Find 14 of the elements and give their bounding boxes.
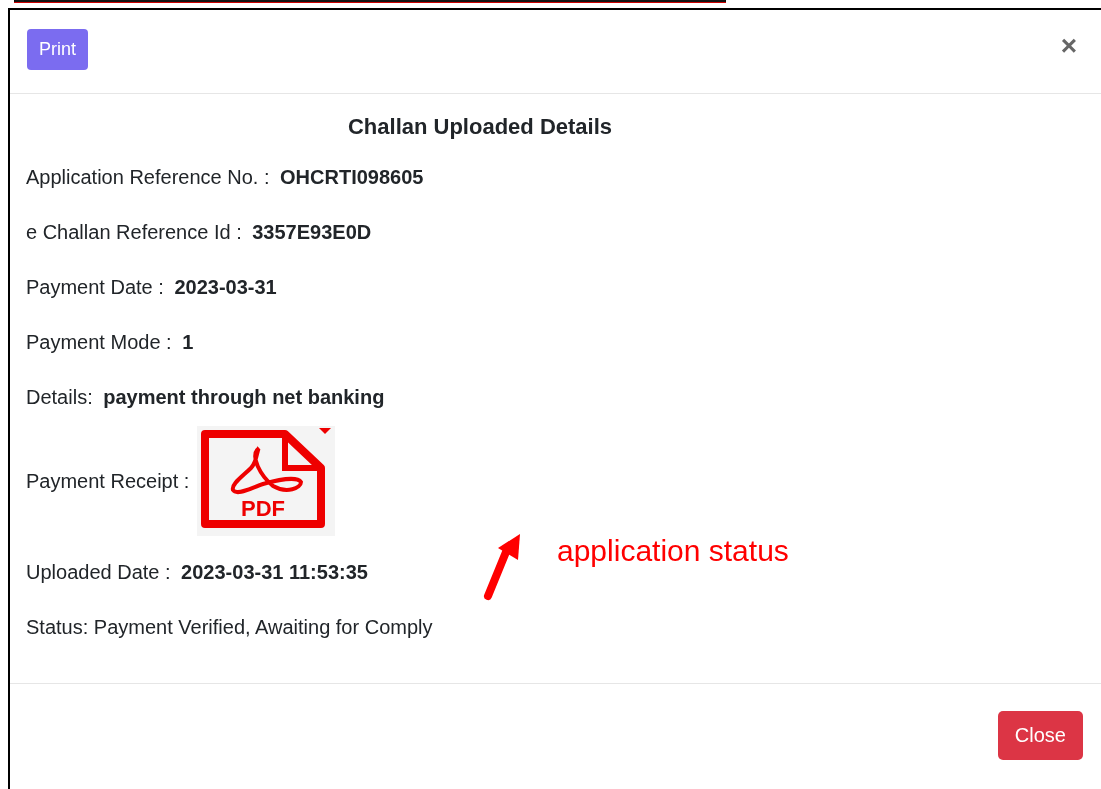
field-text: Application Reference No. : OHCRTI098605 — [26, 166, 424, 189]
print-button[interactable]: Print — [27, 29, 88, 70]
dialog-title: Challan Uploaded Details — [346, 114, 614, 140]
field-text: e Challan Reference Id : 3357E93E0D — [26, 221, 372, 244]
field-text: Details: payment through net banking — [26, 386, 385, 409]
field-text: Uploaded Date : 2023-03-31 11:53:35 — [26, 561, 368, 584]
pdf-file-icon[interactable]: PDF — [197, 426, 336, 536]
field-text: Payment Date : 2023-03-31 — [26, 276, 277, 299]
close-icon[interactable]: × — [1060, 31, 1077, 60]
field-text: Payment Mode : 1 — [26, 331, 194, 354]
annotation-text: application status — [557, 534, 789, 568]
close-button[interactable]: Close — [997, 711, 1083, 760]
status-text: Status: Payment Verified, Awaiting for Comply — [26, 616, 433, 639]
field-label: Payment Receipt : — [26, 469, 190, 493]
